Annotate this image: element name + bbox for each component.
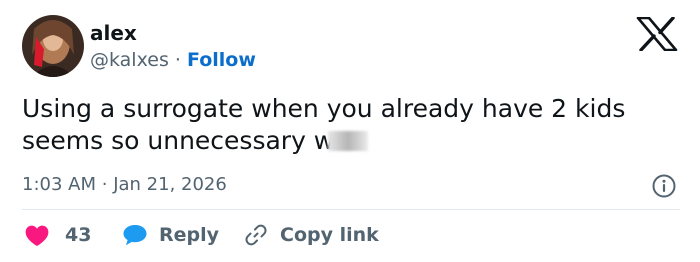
speech-bubble-icon	[123, 225, 147, 246]
tweet-text: Using a surrogate when you already have …	[22, 93, 682, 157]
divider	[22, 209, 680, 210]
link-icon	[245, 224, 267, 246]
timestamp-separator: ·	[101, 174, 108, 195]
follow-button[interactable]: Follow	[187, 49, 256, 71]
x-logo-icon[interactable]	[636, 16, 678, 52]
like-button[interactable]: 43	[24, 222, 91, 248]
display-name[interactable]: alex	[90, 21, 137, 45]
tweet-text-line-2: seems so unnecessary w	[22, 125, 682, 157]
reply-label: Reply	[159, 224, 220, 246]
handle-separator: ·	[174, 49, 181, 71]
tweet-text-line-2-text: seems so unnecessary w	[22, 126, 335, 155]
tweet-time: 1:03 AM	[22, 174, 96, 195]
redaction-blur	[328, 131, 369, 151]
tweet-text-line-1: Using a surrogate when you already have …	[22, 94, 626, 123]
handle-row: @kalxes · Follow	[90, 48, 256, 72]
avatar[interactable]	[22, 15, 84, 77]
reply-button[interactable]: Reply	[122, 222, 219, 248]
info-icon[interactable]	[651, 173, 677, 199]
heart-icon	[25, 225, 49, 246]
timestamp[interactable]: 1:03 AM · Jan 21, 2026	[22, 173, 227, 197]
avatar-photo	[22, 15, 84, 77]
like-count: 43	[65, 224, 92, 246]
user-handle[interactable]: @kalxes	[90, 49, 169, 71]
copy-link-button[interactable]: Copy link	[244, 222, 379, 248]
tweet-date: Jan 21, 2026	[113, 174, 227, 195]
copy-link-label: Copy link	[280, 224, 379, 246]
